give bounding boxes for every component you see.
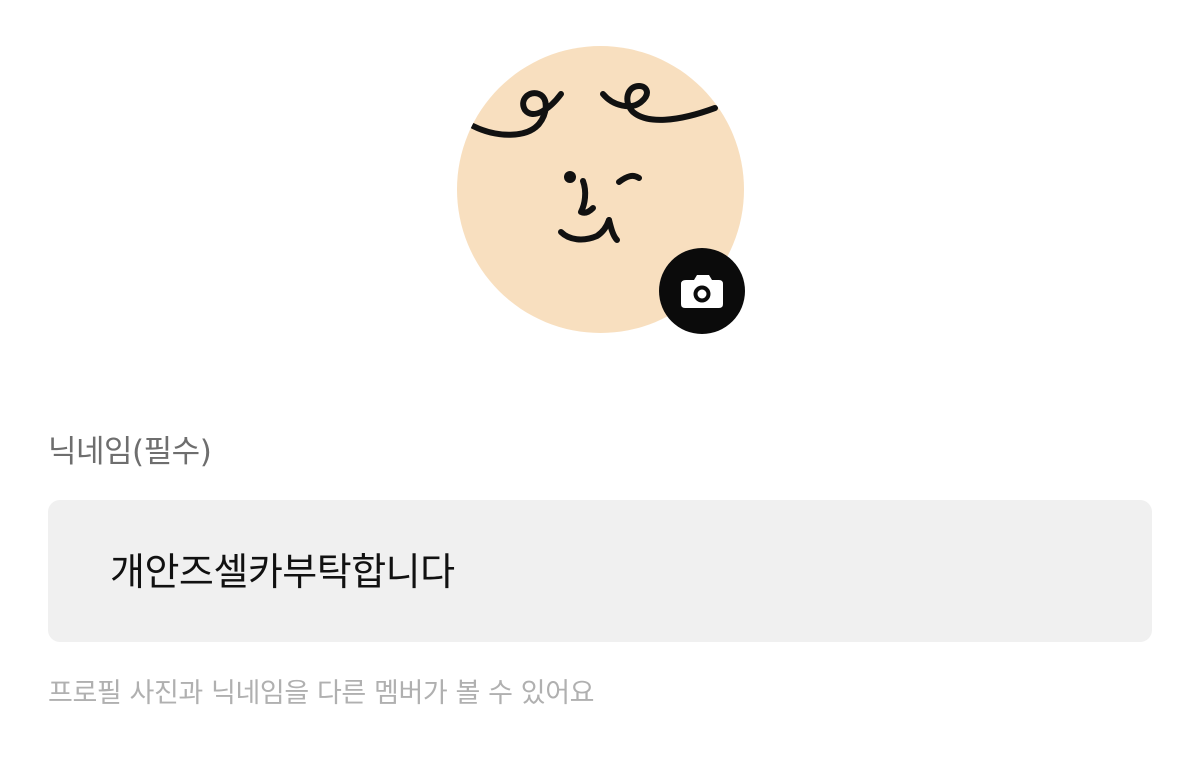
eye-dot xyxy=(564,171,576,183)
nickname-label: 닉네임(필수) xyxy=(48,434,212,470)
nickname-helper-text: 프로필 사진과 닉네임을 다른 멤버가 볼 수 있어요 xyxy=(48,678,595,709)
profile-photo-section xyxy=(457,46,745,334)
nickname-input[interactable]: 개안즈셀카부탁합니다 xyxy=(48,500,1152,642)
camera-icon xyxy=(681,275,723,308)
change-photo-button[interactable] xyxy=(659,248,745,334)
nickname-input-value[interactable]: 개안즈셀카부탁합니다 xyxy=(110,548,455,596)
